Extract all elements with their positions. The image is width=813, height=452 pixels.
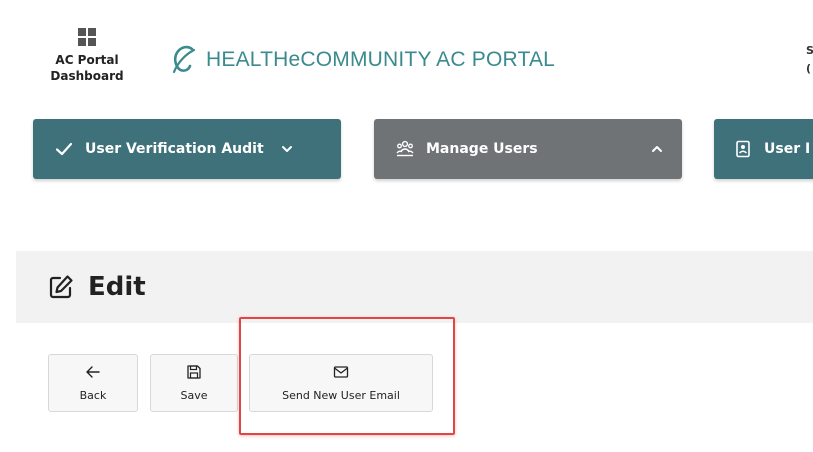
nav-user-partial[interactable]: User I xyxy=(714,119,813,179)
save-icon xyxy=(187,365,201,379)
grid-icon xyxy=(78,28,96,46)
dashboard-button[interactable]: AC Portal Dashboard xyxy=(44,24,130,96)
user-info-partial-2: ( xyxy=(806,62,812,75)
dashboard-label-line2: Dashboard xyxy=(50,69,124,83)
nav-manage-users[interactable]: Manage Users xyxy=(374,119,682,179)
send-new-user-email-button[interactable]: Send New User Email xyxy=(249,354,433,412)
save-button[interactable]: Save xyxy=(150,354,238,412)
nav-label: User I xyxy=(764,141,811,157)
brand-logo-icon xyxy=(172,45,196,74)
chevron-up-icon xyxy=(652,146,662,152)
chevron-down-icon xyxy=(281,146,292,152)
back-button[interactable]: Back xyxy=(48,354,138,412)
page-title: Edit xyxy=(88,272,146,302)
user-info-partial-1: S xyxy=(806,44,813,57)
nav-label: Manage Users xyxy=(426,141,538,157)
send-new-user-email-label: Send New User Email xyxy=(282,389,400,402)
portal-header: AC Portal Dashboard HEALTHeCOMMUNITY AC … xyxy=(0,0,813,118)
brand[interactable]: HEALTHeCOMMUNITY AC PORTAL xyxy=(168,44,555,76)
users-icon xyxy=(396,140,414,157)
document-icon xyxy=(736,140,750,158)
nav-user-verification-audit[interactable]: User Verification Audit xyxy=(33,119,341,179)
brand-title: HEALTHeCOMMUNITY AC PORTAL xyxy=(206,48,556,71)
check-icon xyxy=(55,142,73,156)
nav-label: User Verification Audit xyxy=(85,141,264,157)
envelope-icon xyxy=(333,366,349,378)
back-label: Back xyxy=(79,389,107,402)
edit-panel-header: Edit xyxy=(16,251,813,323)
save-label: Save xyxy=(180,389,208,402)
edit-icon xyxy=(49,275,73,299)
dashboard-label-line1: AC Portal xyxy=(55,53,119,67)
arrow-left-icon xyxy=(86,366,100,378)
